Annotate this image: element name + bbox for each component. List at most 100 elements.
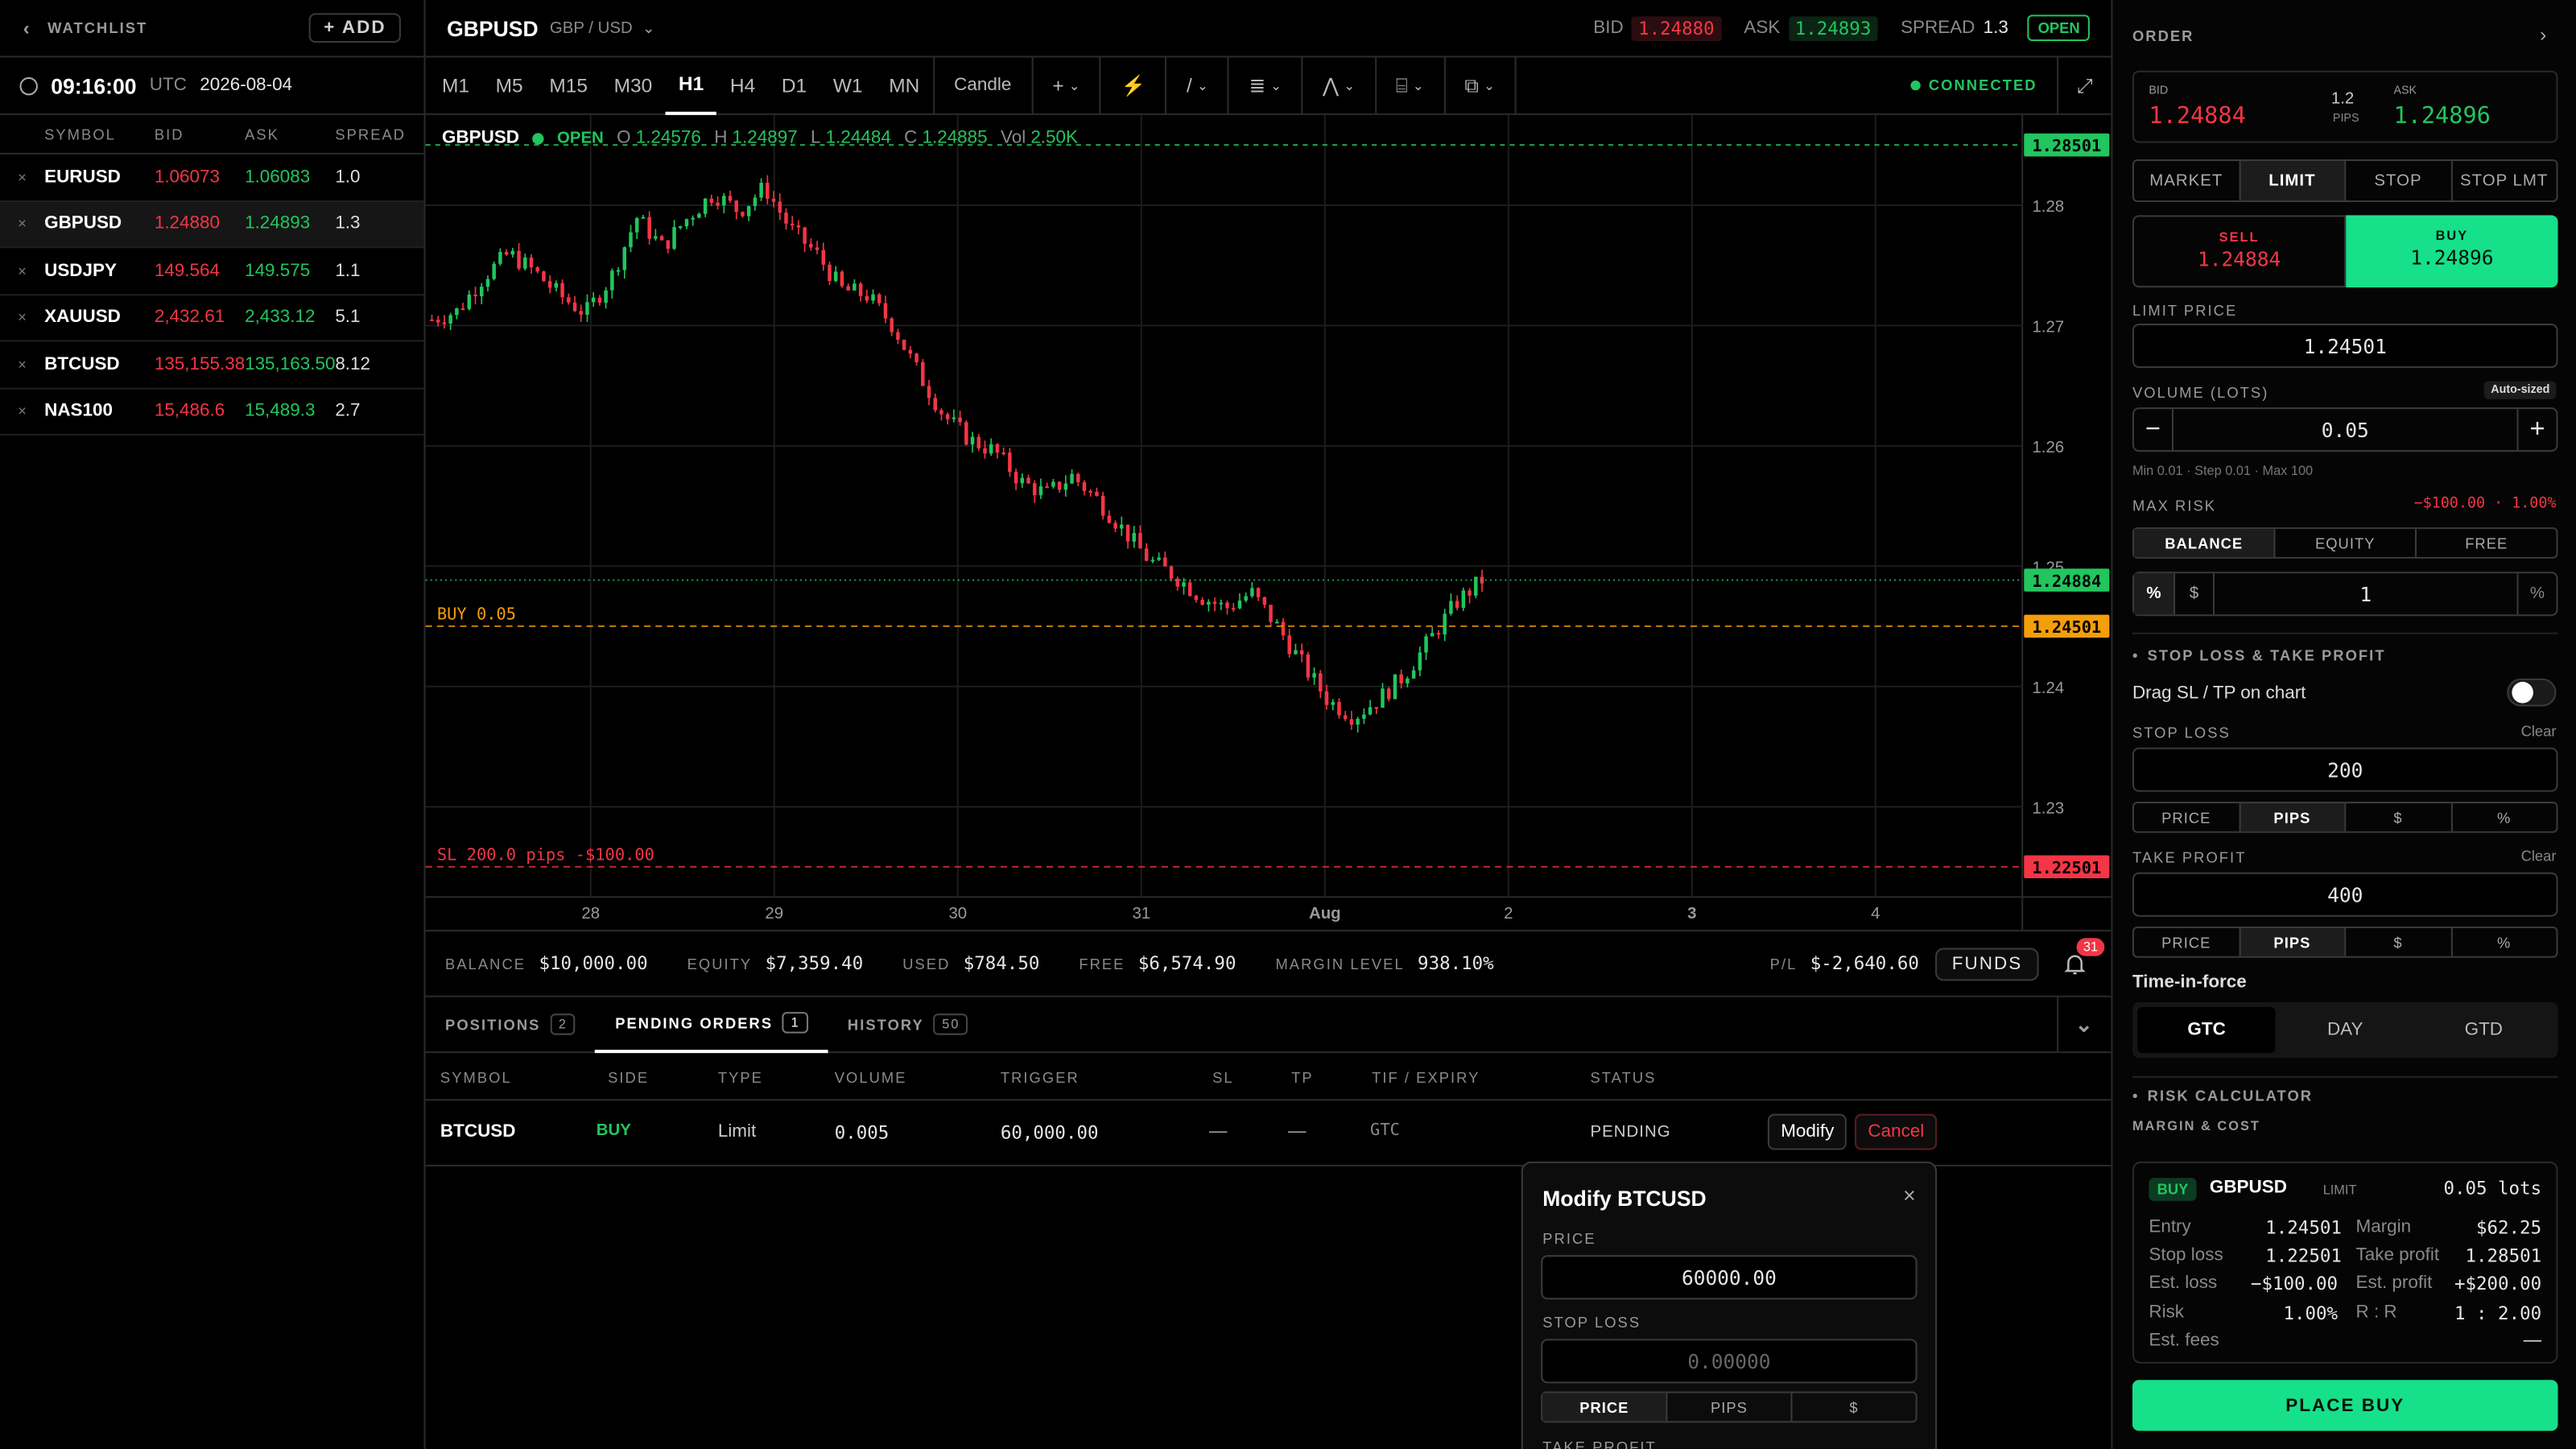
timeframe-m1[interactable]: M1 (429, 56, 483, 114)
fib-tool-icon[interactable]: ≣ ⌄ (1228, 56, 1301, 114)
close-icon[interactable]: × (1903, 1183, 1915, 1208)
tp-mode-price[interactable]: PRICE (2134, 928, 2239, 956)
symbol-title[interactable]: GBPUSD (447, 15, 539, 40)
limit-price-input[interactable]: 1.24501 (2132, 324, 2558, 369)
add-symbol-button[interactable]: + ADD (308, 13, 401, 43)
clear-sl-button[interactable]: Clear (2521, 723, 2557, 739)
buy-button[interactable]: BUY 1.24896 (2346, 215, 2558, 288)
watchlist-row[interactable]: × NAS100 15,486.6 15,489.3 2.7 (0, 389, 424, 436)
take-profit-input[interactable]: 400 (2132, 872, 2558, 917)
timeframe-w1[interactable]: W1 (819, 56, 875, 114)
funds-button[interactable]: FUNDS (1935, 947, 2039, 980)
candle-body (591, 297, 596, 303)
sl-mode-price[interactable]: PRICE (2134, 803, 2239, 832)
watchlist-row[interactable]: × XAUUSD 2,432.61 2,433.12 5.1 (0, 295, 424, 342)
sl-mode-percent[interactable]: % (2450, 803, 2557, 832)
risk-amount-input[interactable]: 1 (2212, 573, 2517, 615)
volume-decrease-button[interactable]: − (2134, 409, 2174, 451)
clear-tp-button[interactable]: Clear (2521, 848, 2557, 864)
measure-tool-icon[interactable]: ⌸ ⌄ (1374, 56, 1443, 114)
tp-mode-usd[interactable]: $ (2344, 928, 2450, 956)
sl-mode-usd[interactable]: $ (2344, 803, 2450, 832)
watchlist-row[interactable]: × USDJPY 149.564 149.575 1.1 (0, 248, 424, 295)
chevron-down-icon[interactable]: ⌄ (642, 19, 654, 36)
modify-button[interactable]: Modify (1767, 1113, 1847, 1150)
remove-icon[interactable]: × (0, 169, 44, 185)
remove-icon[interactable]: × (0, 309, 44, 325)
modal-price-input[interactable]: 60000.00 (1541, 1255, 1918, 1300)
chart-canvas[interactable]: 1.281.271.261.251.241.2328 29 30 31 Aug 2 3 41.… (425, 114, 2112, 932)
bell-icon[interactable]: 31 (2058, 937, 2105, 980)
tp-mode-percent[interactable]: % (2450, 928, 2557, 956)
collapse-panel-icon[interactable]: ⌄ (2057, 996, 2111, 1053)
risk-calc-title[interactable]: • RISK CALCULATOR (2132, 1088, 2313, 1104)
sltp-section-title[interactable]: • STOP LOSS & TAKE PROFIT (2132, 647, 2386, 663)
remove-icon[interactable]: × (0, 403, 44, 419)
drag-sltp-toggle[interactable] (2507, 678, 2557, 707)
timeframe-m5[interactable]: M5 (482, 56, 536, 114)
candle-body (1169, 566, 1174, 579)
volume-increase-button[interactable]: + (2516, 409, 2557, 451)
line-tool-icon[interactable]: / ⌄ (1165, 56, 1228, 114)
remove-icon[interactable]: × (0, 216, 44, 232)
chevron-right-icon[interactable]: › (2540, 23, 2546, 47)
candle-body (1424, 636, 1428, 653)
modal-mode-pips[interactable]: PIPS (1666, 1393, 1790, 1422)
candle-body (1312, 673, 1316, 678)
price-chart[interactable]: 1.28 1.27 1.26 1.25 1.24 1.23 28 29 30 31 Aug 2 3 4 1.… (425, 114, 2112, 932)
sl-mode-pips[interactable]: PIPS (2238, 803, 2345, 832)
stop-loss-input[interactable]: 200 (2132, 747, 2558, 792)
timeframe-m30[interactable]: M30 (601, 56, 665, 114)
tif-gtd[interactable]: GTD (2414, 1007, 2553, 1053)
timeframe-h1[interactable]: H1 (665, 56, 717, 114)
sell-button[interactable]: SELL 1.24884 (2132, 215, 2347, 288)
modal-mode-usd[interactable]: $ (1790, 1393, 1915, 1422)
tif-label: Time-in-force (2132, 972, 2247, 993)
risk-mode-percent[interactable]: % (2133, 573, 2174, 615)
tif-day[interactable]: DAY (2276, 1007, 2414, 1053)
date-tick: 28 (581, 905, 600, 923)
watchlist-row[interactable]: × GBPUSD 1.24880 1.24893 1.3 (0, 200, 424, 249)
candle-body (1468, 590, 1472, 596)
pattern-tool-icon[interactable]: ⋀ ⌄ (1301, 56, 1374, 114)
tif-gtc[interactable]: GTC (2137, 1007, 2277, 1054)
risk-base-free[interactable]: FREE (2414, 529, 2557, 557)
remove-icon[interactable]: × (0, 356, 44, 372)
chevron-left-icon[interactable]: ‹ (23, 16, 31, 39)
modal-mode-price[interactable]: PRICE (1542, 1393, 1666, 1422)
remove-icon[interactable]: × (0, 262, 44, 279)
candle-body (883, 303, 888, 319)
volume-input[interactable]: 0.05 (2174, 409, 2517, 450)
timeframe-h4[interactable]: H4 (717, 56, 769, 114)
cancel-button[interactable]: Cancel (1855, 1113, 1938, 1150)
th-volume: VOLUME (834, 1069, 907, 1086)
shapes-tool-icon[interactable]: ⧉ ⌄ (1443, 56, 1517, 114)
tab-positions[interactable]: POSITIONS 2 (426, 997, 596, 1052)
order-type-limit[interactable]: LIMIT (2238, 160, 2345, 200)
order-type-market[interactable]: MARKET (2134, 161, 2239, 200)
tp-mode-pips[interactable]: PIPS (2238, 928, 2345, 956)
timeframe-mn[interactable]: MN (876, 56, 933, 114)
risk-mode-dollar[interactable]: $ (2173, 573, 2213, 615)
watchlist-row[interactable]: × EURUSD 1.06073 1.06083 1.0 (0, 155, 424, 201)
risk-base-balance[interactable]: BALANCE (2133, 529, 2274, 557)
tab-history[interactable]: HISTORY 50 (828, 997, 988, 1052)
candle-body (1157, 557, 1161, 560)
timeframe-d1[interactable]: D1 (769, 56, 820, 114)
fullscreen-icon[interactable]: ⤢ (2057, 56, 2111, 114)
place-order-button[interactable]: PLACE BUY (2132, 1380, 2558, 1431)
chart-type-select[interactable]: Candle (932, 56, 1031, 114)
watchlist-row[interactable]: × BTCUSD 135,155.38 135,163.50 8.12 (0, 341, 424, 389)
modal-sl-input[interactable]: 0.00000 (1541, 1339, 1918, 1384)
indicator-icon[interactable]: ⚡ (1099, 56, 1166, 114)
table-row[interactable]: BTCUSD BUY Limit 0.005 60,000.00 — — GTC… (425, 1100, 2112, 1166)
candle-body (1113, 522, 1117, 529)
timeframe-m15[interactable]: M15 (536, 56, 601, 114)
order-type-stop[interactable]: STOP (2344, 160, 2450, 200)
header-bid: 1.24880 (1631, 15, 1721, 40)
order-type-stop-limit[interactable]: STOP LMT (2450, 160, 2557, 200)
tab-pending-orders[interactable]: PENDING ORDERS 1 (595, 997, 828, 1053)
risk-base-equity[interactable]: EQUITY (2273, 529, 2415, 557)
ask-label: ASK (1744, 18, 1781, 38)
crosshair-tool-icon[interactable]: + ⌄ (1030, 56, 1100, 114)
